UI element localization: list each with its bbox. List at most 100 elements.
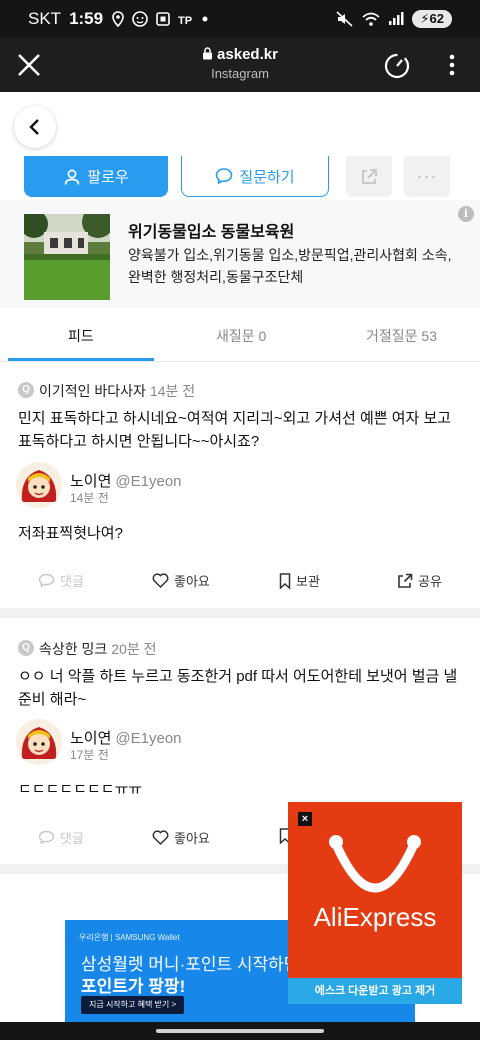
like-label: 좋아요 [174, 574, 210, 589]
system-nav-bar [0, 1022, 480, 1040]
aliexpress-logo: AliExpress [313, 902, 437, 932]
remove-ads-button[interactable]: 에스크 다운받고 광고 제거 [288, 978, 462, 1004]
external-share-button[interactable] [346, 156, 392, 197]
browser-toolbar: asked.kr Instagram [0, 38, 480, 92]
status-bar: SKT 1:59 TP ⚡62 [0, 0, 480, 38]
ask-label: 질문하기 [239, 168, 295, 186]
like-button[interactable]: 좋아요 [152, 571, 210, 590]
heart-icon [152, 830, 169, 845]
timer-icon [384, 53, 410, 79]
more-vertical-icon [449, 54, 455, 76]
asker-name: 속상한 밍크 [39, 641, 108, 657]
answer-time: 17분 전 [70, 748, 109, 762]
anonymous-q-icon: Q [18, 640, 34, 656]
carrier-label: SKT [28, 9, 62, 28]
battery-level: 62 [429, 11, 444, 26]
ask-question-button[interactable]: 질문하기 [181, 156, 329, 197]
bookmark-label: 보관 [296, 574, 320, 589]
avatar-image [16, 462, 62, 508]
lock-icon [203, 47, 213, 60]
answerer-line: 노이연 @E1yeon [70, 470, 182, 491]
question-text[interactable]: ㅇㅇ 너 악플 하트 누르고 동조한거 pdf 따서 어도어한테 보냇어 벌금 … [18, 665, 464, 711]
tab-new-questions[interactable]: 새질문 0 [216, 326, 266, 346]
avatar[interactable] [16, 719, 62, 765]
status-time: 1:59 [69, 9, 104, 28]
comment-icon [38, 830, 55, 845]
mute-icon [336, 11, 353, 27]
person-icon [64, 169, 80, 185]
asker-line: 이기적인 바다사자 14분 전 [39, 381, 195, 401]
asked-time: 20분 전 [111, 641, 157, 657]
aliexpress-ad[interactable]: × AliExpress 에스크 다운받고 광고 제거 [288, 802, 462, 1004]
ad-title: 위기동물입소 동물보육원 [128, 224, 295, 241]
like-button[interactable]: 좋아요 [152, 828, 210, 847]
comment-label: 댓글 [60, 574, 84, 589]
follow-label: 팔로우 [87, 169, 129, 186]
post-separator [0, 608, 480, 618]
battery-indicator: ⚡62 [412, 10, 452, 28]
answer-time: 14분 전 [70, 491, 109, 505]
ad-close-button[interactable]: × [298, 812, 312, 826]
url-domain: asked.kr [217, 46, 278, 63]
asker-name: 이기적인 바다사자 [39, 383, 146, 399]
emoji-app-icon [132, 11, 148, 27]
sponsored-ad-card[interactable]: 위기동물입소 동물보육원 양육불가 입소,위기동물 입소,방문픽업,관리사협회 … [0, 200, 480, 308]
answerer-name[interactable]: 노이연 [70, 473, 111, 490]
avatar[interactable] [16, 462, 62, 508]
close-icon [18, 54, 40, 76]
tab-divider [0, 361, 480, 362]
follow-button[interactable]: 팔로우 [24, 156, 168, 197]
answerer-handle[interactable]: @E1yeon [115, 473, 181, 490]
avatar-image [16, 719, 62, 765]
more-options-button[interactable]: ··· [404, 156, 450, 197]
dot-icon [202, 16, 208, 22]
url-page-title: Instagram [211, 66, 269, 81]
back-button[interactable] [14, 106, 56, 148]
answer-text: ㄷㄷㄷㄷㄷㄷㄷㅠㅠ [18, 781, 143, 798]
home-gesture-handle[interactable] [156, 1029, 324, 1033]
comment-label: 댓글 [60, 831, 84, 846]
answer-text: 저좌표찍혓나여? [18, 525, 123, 542]
comment-button[interactable]: 댓글 [38, 828, 84, 847]
asked-time: 14분 전 [149, 383, 196, 399]
url-display[interactable]: asked.kr Instagram [140, 46, 340, 81]
external-link-icon [362, 168, 377, 184]
anonymous-q-icon: Q [18, 382, 34, 398]
timer-button[interactable] [382, 50, 412, 80]
share-icon [398, 573, 413, 588]
chevron-left-icon [29, 119, 39, 135]
heart-icon [152, 573, 169, 588]
screenshot-icon [156, 12, 170, 26]
banner-subheadline: 포인트가 팡팡! [81, 977, 186, 996]
comment-icon [38, 573, 55, 588]
signal-icon [389, 12, 404, 25]
wifi-icon [362, 12, 380, 26]
ad-description: 양육불가 입소,위기동물 입소,방문픽업,관리사협회 소속,완벽한 행정처리,동… [128, 247, 452, 285]
location-icon [112, 11, 124, 27]
share-button[interactable]: 공유 [397, 571, 442, 590]
notification-icons: TP [111, 10, 209, 28]
asker-line: 속상한 밍크 20분 전 [39, 639, 157, 659]
bookmark-button[interactable]: 보관 [279, 571, 320, 590]
banner-brand: 우리은행 | SAMSUNG Wallet [79, 933, 180, 942]
answerer-name[interactable]: 노이연 [70, 730, 111, 747]
ad-photo-image [24, 214, 110, 300]
svg-text:TP: TP [178, 15, 192, 26]
answerer-handle[interactable]: @E1yeon [115, 730, 181, 747]
bookmark-icon [279, 572, 291, 589]
like-label: 좋아요 [174, 831, 210, 846]
ad-thumbnail[interactable] [24, 214, 110, 300]
comment-button[interactable]: 댓글 [38, 571, 84, 590]
close-button[interactable] [14, 50, 44, 80]
tp-app-icon: TP [178, 15, 192, 26]
shopping-bag-icon [329, 835, 421, 893]
tab-rejected-questions[interactable]: 거절질문 53 [366, 326, 437, 346]
speech-bubble-icon [216, 168, 233, 185]
answerer-line: 노이연 @E1yeon [70, 727, 182, 748]
more-dots-icon: ··· [416, 166, 438, 186]
question-text[interactable]: 민지 표독하다고 하시네요~여적여 지리긔~외고 가셔선 예쁜 여자 보고 표독… [18, 407, 464, 453]
banner-cta-button[interactable]: 지금 시작하고 혜택 받기 > [81, 996, 185, 1014]
ad-info-icon[interactable]: i [458, 206, 474, 222]
browser-menu-button[interactable] [440, 50, 464, 80]
tab-feed[interactable]: 피드 [68, 326, 94, 346]
